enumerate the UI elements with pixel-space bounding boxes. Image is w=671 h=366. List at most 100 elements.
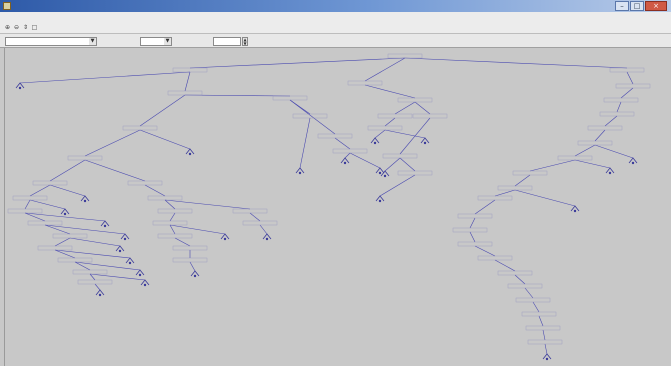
node-label-box[interactable] [412,113,448,119]
tree-edge [89,273,96,281]
node-label-box[interactable] [615,83,651,89]
tree-edge [249,212,261,222]
tree-edge [349,152,381,169]
node-label-box[interactable] [272,95,308,101]
node-label-box[interactable] [521,311,557,317]
node-label-box[interactable] [317,133,353,139]
node-label-box[interactable] [157,208,193,214]
tree-edge [384,157,401,172]
node-label-box[interactable] [72,269,108,275]
node-label-box[interactable] [172,67,208,73]
value-field[interactable] [213,37,241,46]
leaf-marker [298,171,302,175]
tree-edge [544,343,548,355]
tree-edge [169,212,176,222]
tree-edge [474,199,496,215]
tree-edge [84,159,146,182]
node-label-box[interactable] [387,53,423,59]
node-label-box[interactable] [172,245,208,251]
tree-edge [164,199,251,210]
node-label-box[interactable] [122,125,158,131]
leaf-marker [223,237,227,241]
node-label-box[interactable] [77,279,113,285]
leaf-marker [378,171,382,175]
tree-edge [514,274,526,285]
tree-edge [184,71,191,92]
tree-edge [399,157,416,172]
node-label-box[interactable] [127,180,163,186]
tree-canvas[interactable] [4,48,668,366]
leaf-marker [631,161,635,165]
node-label-box[interactable] [452,227,488,233]
zoom-in-icon[interactable]: ⊕ [4,24,11,31]
node-label-box[interactable] [27,220,63,226]
minimize-button[interactable]: – [615,1,629,11]
node-label-box[interactable] [382,153,418,159]
node-label-box[interactable] [32,180,68,186]
chevron-down-icon: ▼ [164,38,171,45]
tree-edge [169,224,176,235]
node-label-box[interactable] [152,220,188,226]
node-label-box[interactable] [609,67,645,73]
node-label-box[interactable] [599,111,635,117]
node-label-box[interactable] [477,195,513,201]
node-label-box[interactable] [587,125,623,131]
node-label-box[interactable] [242,220,278,226]
view-select[interactable]: ▼ [5,37,97,46]
node-label-box[interactable] [477,255,513,261]
node-label-box[interactable] [507,283,543,289]
node-label-box[interactable] [52,233,88,239]
node-label-box[interactable] [147,195,183,201]
tree-edge [384,117,396,127]
node-label-box[interactable] [12,195,48,201]
node-label-box[interactable] [332,148,368,154]
node-label-box[interactable] [457,241,493,247]
node-label-box[interactable] [167,90,203,96]
node-label-box[interactable] [157,233,193,239]
node-label-box[interactable] [232,208,268,214]
node-label-box[interactable] [603,97,639,103]
close-button[interactable]: × [645,1,667,11]
node-label-box[interactable] [377,113,413,119]
fit-icon[interactable]: □ [31,24,38,31]
node-label-box[interactable] [67,155,103,161]
leaf-marker [193,274,197,278]
node-label-box[interactable] [292,113,328,119]
node-label-box[interactable] [347,80,383,86]
node-label-box[interactable] [497,270,533,276]
toolbar: ⊕ ⊖ ⇕ □ [0,22,671,33]
app-icon [3,2,11,10]
tree-edge [29,199,66,210]
tree-edge [394,101,416,115]
node-label-box[interactable] [577,140,613,146]
node-label-box[interactable] [512,170,548,176]
tree-edge [532,301,540,313]
node-label-box[interactable] [7,208,43,214]
node-label-box[interactable] [557,155,593,161]
maximize-button[interactable]: □ [630,1,644,11]
node-label-box[interactable] [37,245,73,251]
node-label-box[interactable] [57,257,93,263]
leaf-marker [265,237,269,241]
tree-edge [404,57,628,69]
zoom-out-icon[interactable]: ⊖ [13,24,20,31]
node-label-box[interactable] [457,213,493,219]
depth-select[interactable]: ▼ [140,37,172,46]
node-label-box[interactable] [525,325,561,331]
tree-edge [469,217,476,229]
node-label-box[interactable] [397,97,433,103]
node-label-box[interactable] [367,125,403,131]
leaf-marker [83,199,87,203]
tree-edge [542,329,546,341]
node-label-box[interactable] [397,170,433,176]
node-label-box[interactable] [527,339,563,345]
tree-edge [514,174,531,187]
leaf-marker [118,249,122,253]
leaf-marker [378,199,382,203]
node-label-box[interactable] [515,297,551,303]
title-bar[interactable]: – □ × [0,0,671,12]
node-label-box[interactable] [172,257,208,263]
pan-icon[interactable]: ⇕ [22,24,29,31]
node-label-box[interactable] [497,185,533,191]
spinner-button[interactable]: ▲ ▼ [242,37,248,46]
